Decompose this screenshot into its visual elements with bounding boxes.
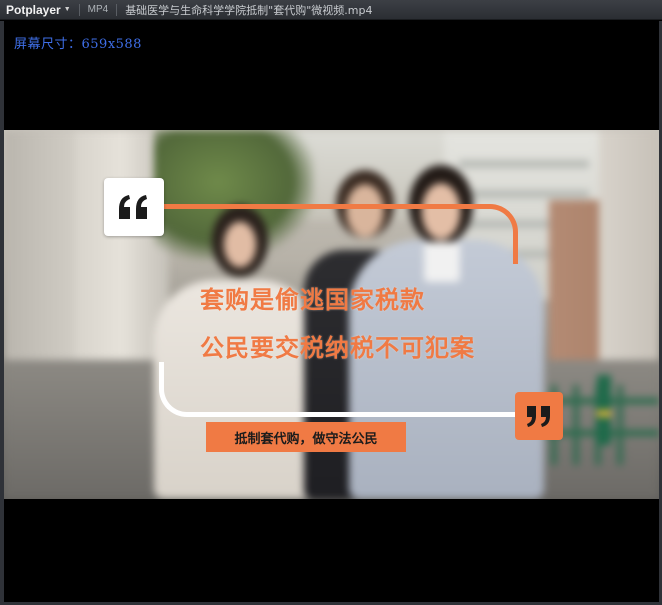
video-letterbox-bottom <box>4 499 659 602</box>
open-quote-icon <box>104 178 164 236</box>
close-quote-icon <box>515 392 563 440</box>
divider <box>78 3 80 16</box>
video-frame[interactable]: 套购是偷逃国家税款 公民要交税纳税不可犯案 抵制套代购，做守法公民 <box>4 130 659 499</box>
divider <box>116 3 118 16</box>
slogan-line-1: 套购是偷逃国家税款 <box>200 285 425 314</box>
chevron-down-icon: ▼ <box>63 6 71 13</box>
decorative-bracket-top <box>164 204 518 264</box>
decorative-bracket-bottom <box>159 362 519 417</box>
tagline-banner: 抵制套代购，做守法公民 <box>206 422 406 452</box>
slogan-line-2: 公民要交税纳税不可犯案 <box>200 333 475 362</box>
file-format-label: MP4 <box>87 4 109 15</box>
file-name-label: 基础医学与生命科学学院抵制"套代购"微视频.mp4 <box>125 3 373 17</box>
title-bar: Potplayer ▼ MP4 基础医学与生命科学学院抵制"套代购"微视频.mp… <box>0 0 662 20</box>
app-name: Potplayer <box>6 2 61 17</box>
osd-screen-size: 屏幕尺寸：659x588 <box>14 37 142 52</box>
app-menu-button[interactable]: Potplayer ▼ <box>0 3 71 17</box>
